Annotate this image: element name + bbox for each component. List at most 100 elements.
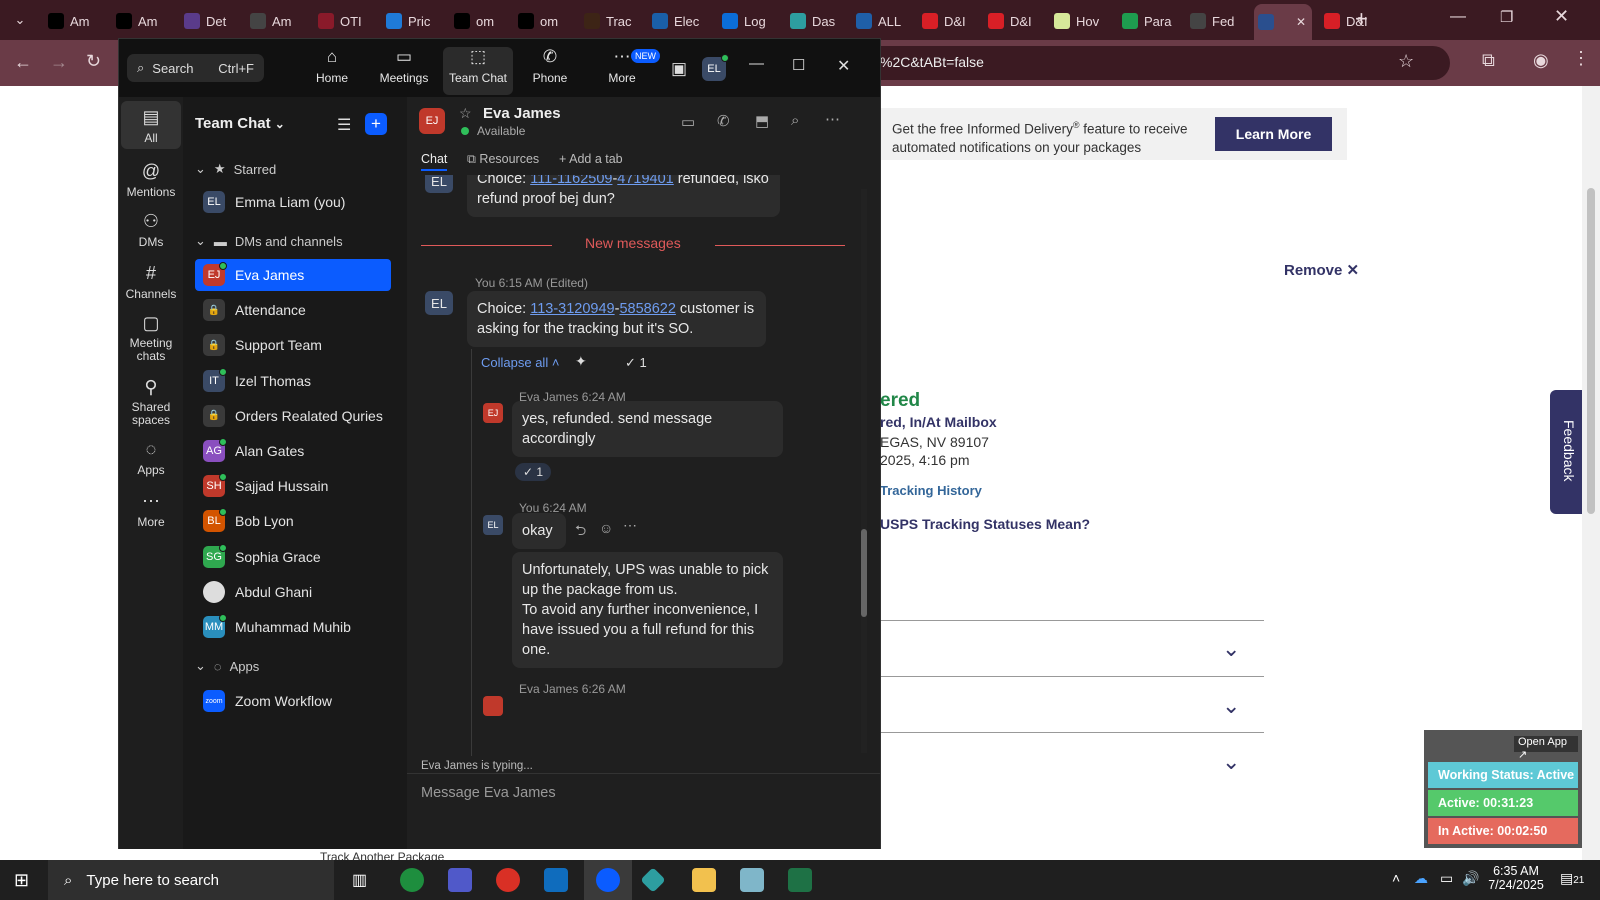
browser-tab[interactable]: Log xyxy=(718,6,782,36)
new-tab-button[interactable]: + xyxy=(1355,6,1368,32)
browser-tab[interactable]: Det xyxy=(180,6,244,36)
tab-team-chat[interactable]: ⬚ Team Chat xyxy=(443,47,513,95)
chrome-profile-icon[interactable] xyxy=(496,868,520,892)
forward-icon[interactable]: → xyxy=(50,52,68,73)
browser-tab[interactable]: OTI xyxy=(314,6,378,36)
share-screen-icon[interactable]: ⬒ xyxy=(755,112,769,130)
ai-sparkle-icon[interactable]: ✦ xyxy=(575,353,587,370)
browser-tab[interactable]: D&I xyxy=(984,6,1048,36)
phone-call-icon[interactable]: ✆ xyxy=(717,112,730,130)
dms-header[interactable]: ⌄ ▬ DMs and channels xyxy=(195,233,343,249)
network-icon[interactable]: ▭ xyxy=(1440,870,1453,887)
sidebar-item[interactable]: 🔒 Support Team xyxy=(195,329,391,361)
filter-icon[interactable]: ☰ xyxy=(337,115,351,135)
open-app-button[interactable]: Open App ↗ xyxy=(1514,736,1578,761)
learn-more-button[interactable]: Learn More xyxy=(1215,117,1332,151)
reply-bubble[interactable]: Unfortunately, UPS was unable to pick up… xyxy=(512,552,783,668)
message-bubble[interactable]: Choice: 113-3120949-5858622 customer is … xyxy=(467,291,766,347)
rail-mentions[interactable]: @ Mentions xyxy=(121,161,181,199)
browser-tab[interactable]: ✕ xyxy=(1254,4,1312,40)
previous-message[interactable]: Choice: 111-1162509-4719401 refunded, is… xyxy=(467,175,780,217)
browser-tab[interactable]: om xyxy=(514,6,578,36)
reaction-chip[interactable]: ✓ 1 xyxy=(515,463,552,481)
order-link[interactable]: 111-1162509 xyxy=(530,175,612,187)
tab-phone[interactable]: ✆ Phone xyxy=(515,47,585,95)
search-icon[interactable]: ⌕ xyxy=(791,112,799,129)
browser-tab[interactable]: Para xyxy=(1118,6,1182,36)
close-icon[interactable]: ✕ xyxy=(837,56,850,76)
order-link[interactable]: 5858622 xyxy=(619,301,675,317)
user-avatar[interactable]: EL xyxy=(702,54,729,81)
excel-icon[interactable] xyxy=(788,868,812,892)
order-link[interactable]: 4719401 xyxy=(617,175,673,187)
taskbar-search[interactable]: ⌕ Type here to search xyxy=(48,860,334,900)
sidebar-item[interactable]: Abdul Ghani xyxy=(195,576,391,608)
zoom-icon[interactable] xyxy=(596,868,620,892)
tab-add[interactable]: + Add a tab xyxy=(559,152,623,166)
windows-start-icon[interactable]: ⊞ xyxy=(14,870,29,891)
sidebar-item[interactable]: SH Sajjad Hussain xyxy=(195,470,391,502)
rail-all[interactable]: ▤ All xyxy=(121,101,181,149)
check-reaction[interactable]: ✓ 1 xyxy=(625,355,647,371)
close-tab-icon[interactable]: ✕ xyxy=(1296,15,1306,29)
tab-search-icon[interactable]: ⌄ xyxy=(8,8,32,32)
more-actions-icon[interactable]: ⋯ xyxy=(623,517,637,534)
new-chat-button[interactable]: + xyxy=(365,113,387,135)
rail-channels[interactable]: # Channels xyxy=(121,263,181,301)
sidebar-item[interactable]: EJ Eva James xyxy=(195,259,391,291)
browser-tab[interactable]: ALL xyxy=(852,6,916,36)
message-list[interactable]: EL Choice: 111-1162509-4719401 refunded,… xyxy=(407,175,868,756)
page-scrollbar[interactable] xyxy=(1582,86,1600,860)
clock[interactable]: 6:35 AM 7/24/2025 xyxy=(1486,864,1546,892)
browser-tab[interactable]: Am xyxy=(112,6,176,36)
browser-tab[interactable]: Am xyxy=(246,6,310,36)
chevron-down-icon[interactable]: ⌄ xyxy=(1222,693,1240,719)
tab-chat[interactable]: Chat xyxy=(421,152,447,166)
outlook-icon[interactable] xyxy=(544,868,568,892)
tracking-history-link[interactable]: Tracking History xyxy=(880,483,982,498)
back-icon[interactable]: ← xyxy=(14,52,32,73)
sidebar-item[interactable]: EL Emma Liam (you) xyxy=(195,186,391,218)
bookmark-star-icon[interactable]: ☆ xyxy=(1398,51,1414,72)
sidebar-item[interactable]: zoom Zoom Workflow xyxy=(195,685,391,717)
rail-shared-spaces[interactable]: ⚲ Shared spaces xyxy=(121,377,181,427)
profile-icon[interactable]: ◉ xyxy=(1533,50,1549,71)
chrome-icon[interactable] xyxy=(400,868,424,892)
reply-bubble[interactable]: yes, refunded. send message accordingly xyxy=(512,401,783,457)
chevron-down-icon[interactable]: ⌄ xyxy=(1222,636,1240,662)
tab-home[interactable]: ⌂ Home xyxy=(297,47,367,95)
volume-icon[interactable]: 🔊 xyxy=(1462,870,1479,887)
browser-tab[interactable]: Pric xyxy=(382,6,446,36)
rail-apps[interactable]: ◌ Apps xyxy=(121,439,181,477)
star-icon[interactable]: ☆ xyxy=(459,105,472,122)
teams-icon[interactable] xyxy=(448,868,472,892)
tracking-statuses-link[interactable]: USPS Tracking Statuses Mean? xyxy=(880,516,1090,532)
reply-bubble[interactable]: okay xyxy=(512,513,566,549)
close-window-button[interactable]: ✕ xyxy=(1554,6,1569,27)
video-call-icon[interactable]: ▭ xyxy=(681,113,695,131)
zoom-search-box[interactable]: ⌕ Search Ctrl+F xyxy=(127,54,264,82)
browser-tab[interactable]: D&I xyxy=(918,6,982,36)
chevron-up-icon[interactable]: ˄ xyxy=(1392,870,1400,886)
sidebar-item[interactable]: SG Sophia Grace xyxy=(195,541,391,573)
starred-header[interactable]: ⌄ ★ Starred xyxy=(195,161,276,177)
add-reaction-icon[interactable]: ☺ xyxy=(599,520,613,536)
extensions-icon[interactable]: ⧉ xyxy=(1482,50,1495,71)
contact-avatar[interactable]: EJ xyxy=(419,108,445,134)
minimize-window-button[interactable]: — xyxy=(1450,8,1466,26)
tab-meetings[interactable]: ▭ Meetings xyxy=(369,47,439,95)
sidebar-item[interactable]: 🔒 Orders Realated Quries xyxy=(195,400,391,432)
browser-tab[interactable]: D&I xyxy=(1320,6,1384,36)
apps-header[interactable]: ⌄ ◌ Apps xyxy=(195,658,259,674)
chat-scrollbar[interactable] xyxy=(861,189,867,753)
browser-tab[interactable]: Am xyxy=(44,6,108,36)
calendar-icon[interactable]: ▣ xyxy=(671,59,687,79)
file-explorer-icon[interactable] xyxy=(692,868,716,892)
rail-dms[interactable]: ⚇ DMs xyxy=(121,211,181,249)
scrollbar-thumb[interactable] xyxy=(1587,188,1595,514)
browser-tab[interactable]: Fed xyxy=(1186,6,1250,36)
browser-tab[interactable]: om xyxy=(450,6,514,36)
message-input[interactable]: Message Eva James xyxy=(421,785,556,801)
more-options-icon[interactable]: ⋯ xyxy=(825,110,840,128)
reply-icon[interactable]: ⮌ xyxy=(575,520,586,544)
